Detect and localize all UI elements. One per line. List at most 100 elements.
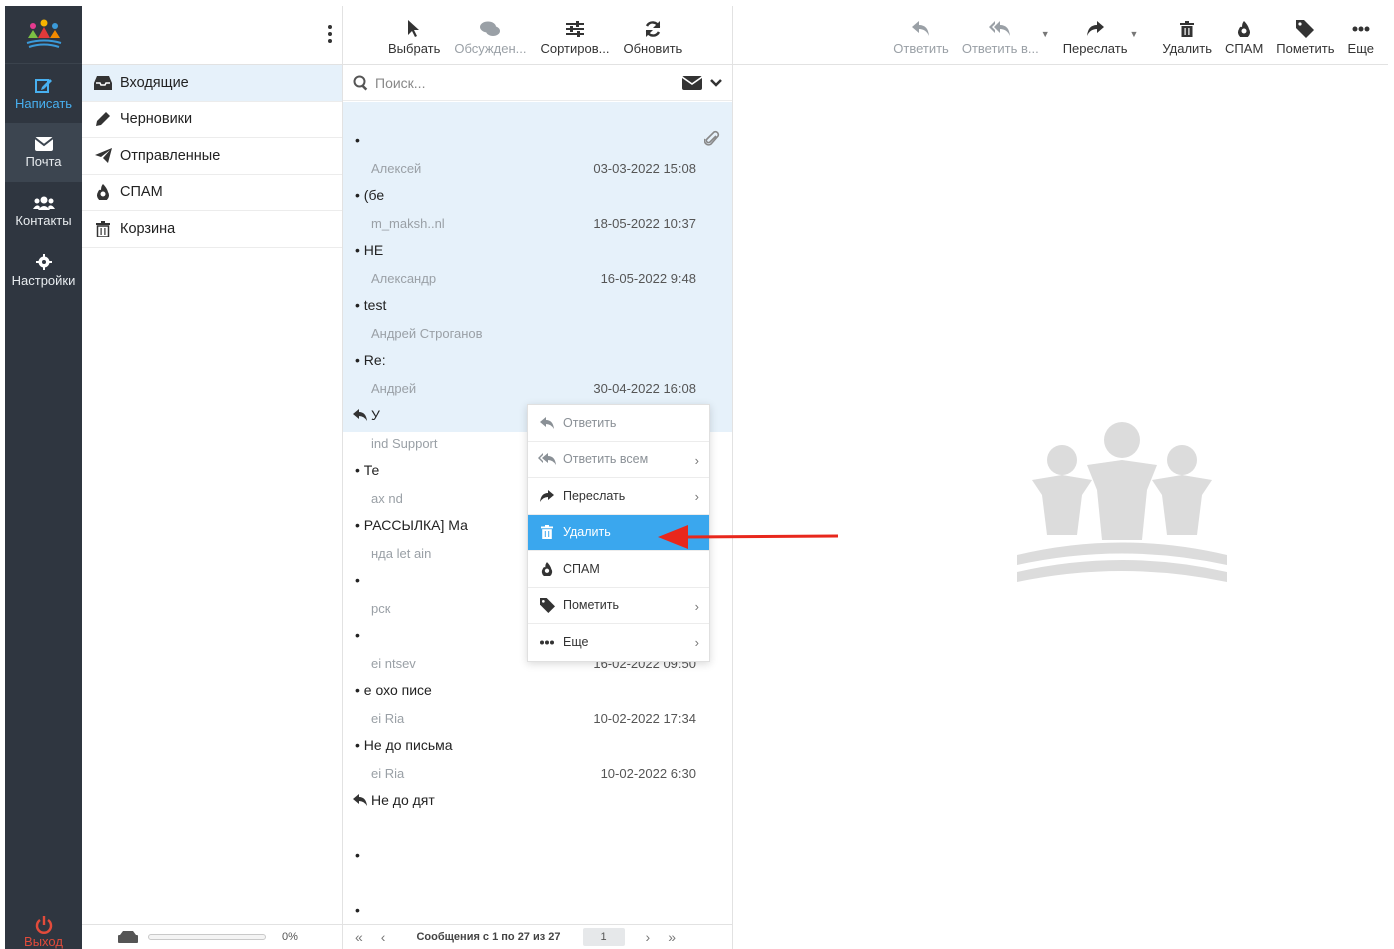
folder-label: Черновики	[120, 111, 193, 128]
list-item[interactable]: ei Ria 10-02-2022 17:34 • Не до письма	[343, 707, 732, 762]
reply-button[interactable]: Ответить	[893, 17, 949, 56]
reader-toolbar: Ответить Ответить в... ▼ Переслать ▼ Уда…	[733, 6, 1388, 65]
message-subject: Не до дят	[371, 792, 435, 808]
flag-label: Пометить	[1276, 41, 1335, 56]
menu-item-forward[interactable]: Переслать ›	[528, 478, 709, 515]
list-item[interactable]: ei Ria 10-02-2022 6:30 Не до дят	[343, 762, 732, 817]
caret-down-icon[interactable]: ▼	[1129, 29, 1138, 39]
folder-trash[interactable]: Корзина	[82, 211, 342, 248]
search-bar	[343, 65, 732, 101]
spam-button[interactable]: СПАМ	[1225, 17, 1263, 56]
quota-bar: 0%	[82, 924, 342, 949]
message-from: m_maksh..nl	[371, 216, 445, 231]
tag-icon	[538, 597, 556, 613]
folder-inbox[interactable]: Входящие	[82, 65, 342, 102]
message-from: рск	[371, 601, 391, 616]
compose-button[interactable]: Написать	[5, 64, 82, 123]
menu-item-more[interactable]: Еще ›	[528, 624, 709, 661]
list-toolbar: Выбрать Обсужден... Сортиров... Обновить	[343, 6, 732, 65]
tag-icon	[1296, 17, 1315, 41]
menu-item-reply[interactable]: Ответить	[528, 405, 709, 442]
caret-down-icon[interactable]: ▼	[1041, 29, 1050, 39]
nav-settings[interactable]: Настройки	[5, 241, 82, 300]
folder-label: Входящие	[120, 74, 189, 91]
reply-icon	[353, 409, 367, 421]
flag-button[interactable]: Пометить	[1276, 17, 1335, 56]
sort-button[interactable]: Сортиров...	[540, 17, 609, 56]
threads-label: Обсужден...	[454, 41, 527, 56]
forward-button[interactable]: Переслать	[1063, 17, 1127, 56]
vertical-dots-icon[interactable]	[328, 25, 332, 43]
menu-item-reply-all[interactable]: Ответить всем ›	[528, 442, 709, 478]
folder-sent[interactable]: Отправленные	[82, 138, 342, 175]
pencil-icon	[92, 111, 114, 127]
chevron-down-icon[interactable]	[710, 78, 722, 88]
message-from: ind Support	[371, 436, 438, 451]
quota-progress	[148, 934, 266, 940]
logo	[5, 6, 82, 64]
logout-button[interactable]: Выход	[5, 907, 82, 949]
folder-drafts[interactable]: Черновики	[82, 102, 342, 138]
select-button[interactable]: Выбрать	[388, 17, 440, 56]
reply-all-button[interactable]: Ответить в...	[962, 17, 1039, 56]
logo-icon	[26, 19, 61, 48]
menu-item-spam[interactable]: СПАМ	[528, 551, 709, 588]
pagination-summary: Сообщения с 1 по 27 из 27	[416, 931, 561, 943]
list-item[interactable]: •	[343, 102, 732, 157]
threads-button[interactable]: Обсужден...	[454, 17, 526, 56]
fire-icon	[92, 184, 114, 201]
folder-label: Корзина	[120, 220, 176, 237]
chevron-right-icon: ›	[694, 452, 699, 468]
chevron-right-icon: ›	[694, 598, 699, 614]
delete-button[interactable]: Удалить	[1162, 17, 1212, 56]
annotation-arrow	[658, 525, 839, 549]
message-date: 18-05-2022 10:37	[593, 216, 696, 231]
envelope-filter-icon[interactable]	[682, 75, 702, 90]
message-from: Андрей	[371, 381, 417, 396]
message-date: 10-02-2022 6:30	[600, 766, 696, 781]
nav-mail[interactable]: Почта	[5, 123, 82, 182]
pagination: « ‹ Сообщения с 1 по 27 из 27 1 › »	[343, 924, 732, 949]
list-item[interactable]: •	[343, 872, 732, 927]
menu-item-label: Пометить	[563, 598, 620, 613]
reply-icon	[353, 794, 367, 806]
folder-label: СПАМ	[120, 184, 163, 201]
forward-icon	[538, 489, 556, 502]
message-subject: •	[355, 132, 360, 148]
refresh-button[interactable]: Обновить	[623, 17, 682, 56]
list-item[interactable]: Андрей Строганов • Re:	[343, 322, 732, 377]
message-date: 30-04-2022 16:08	[593, 381, 696, 396]
message-from: Алексей	[371, 161, 422, 176]
last-page-button[interactable]: »	[668, 929, 676, 945]
inbox-icon	[92, 75, 114, 90]
nav-contacts[interactable]: Контакты	[5, 182, 82, 241]
menu-item-flag[interactable]: Пометить ›	[528, 588, 709, 624]
folder-panel-header	[82, 6, 342, 65]
next-page-button[interactable]: ›	[646, 929, 651, 945]
more-button[interactable]: Еще	[1348, 17, 1374, 56]
reply-all-label: Ответить в...	[961, 41, 1039, 56]
paper-plane-icon	[92, 148, 114, 164]
chevron-right-icon: ›	[694, 635, 699, 650]
prev-page-button[interactable]: ‹	[381, 929, 386, 945]
message-from: ei Ria	[371, 766, 405, 781]
paperclip-icon	[704, 130, 720, 146]
search-icon	[353, 75, 368, 91]
page-number-input[interactable]: 1	[582, 928, 625, 946]
folder-spam[interactable]: СПАМ	[82, 175, 342, 211]
nav-contacts-label: Контакты	[15, 212, 72, 228]
search-input[interactable]	[375, 74, 682, 91]
fire-icon	[538, 561, 556, 576]
message-subject: • е охо писе	[355, 682, 432, 698]
list-item[interactable]: Александр 16-05-2022 9:48 • test	[343, 267, 732, 322]
compose-label: Написать	[14, 95, 73, 111]
compose-icon	[34, 78, 52, 93]
list-item[interactable]: Алексей 03-03-2022 15:08 • (бе	[343, 157, 732, 212]
message-from: ei Ria	[371, 711, 405, 726]
list-item[interactable]: •	[343, 817, 732, 872]
trash-icon	[92, 220, 114, 237]
main-nav: Написать Почта Контакты Настройки Выход	[5, 6, 82, 949]
first-page-button[interactable]: «	[355, 929, 363, 945]
menu-item-label: Ответить всем	[563, 452, 649, 467]
list-item[interactable]: m_maksh..nl 18-05-2022 10:37 • HE	[343, 212, 732, 267]
